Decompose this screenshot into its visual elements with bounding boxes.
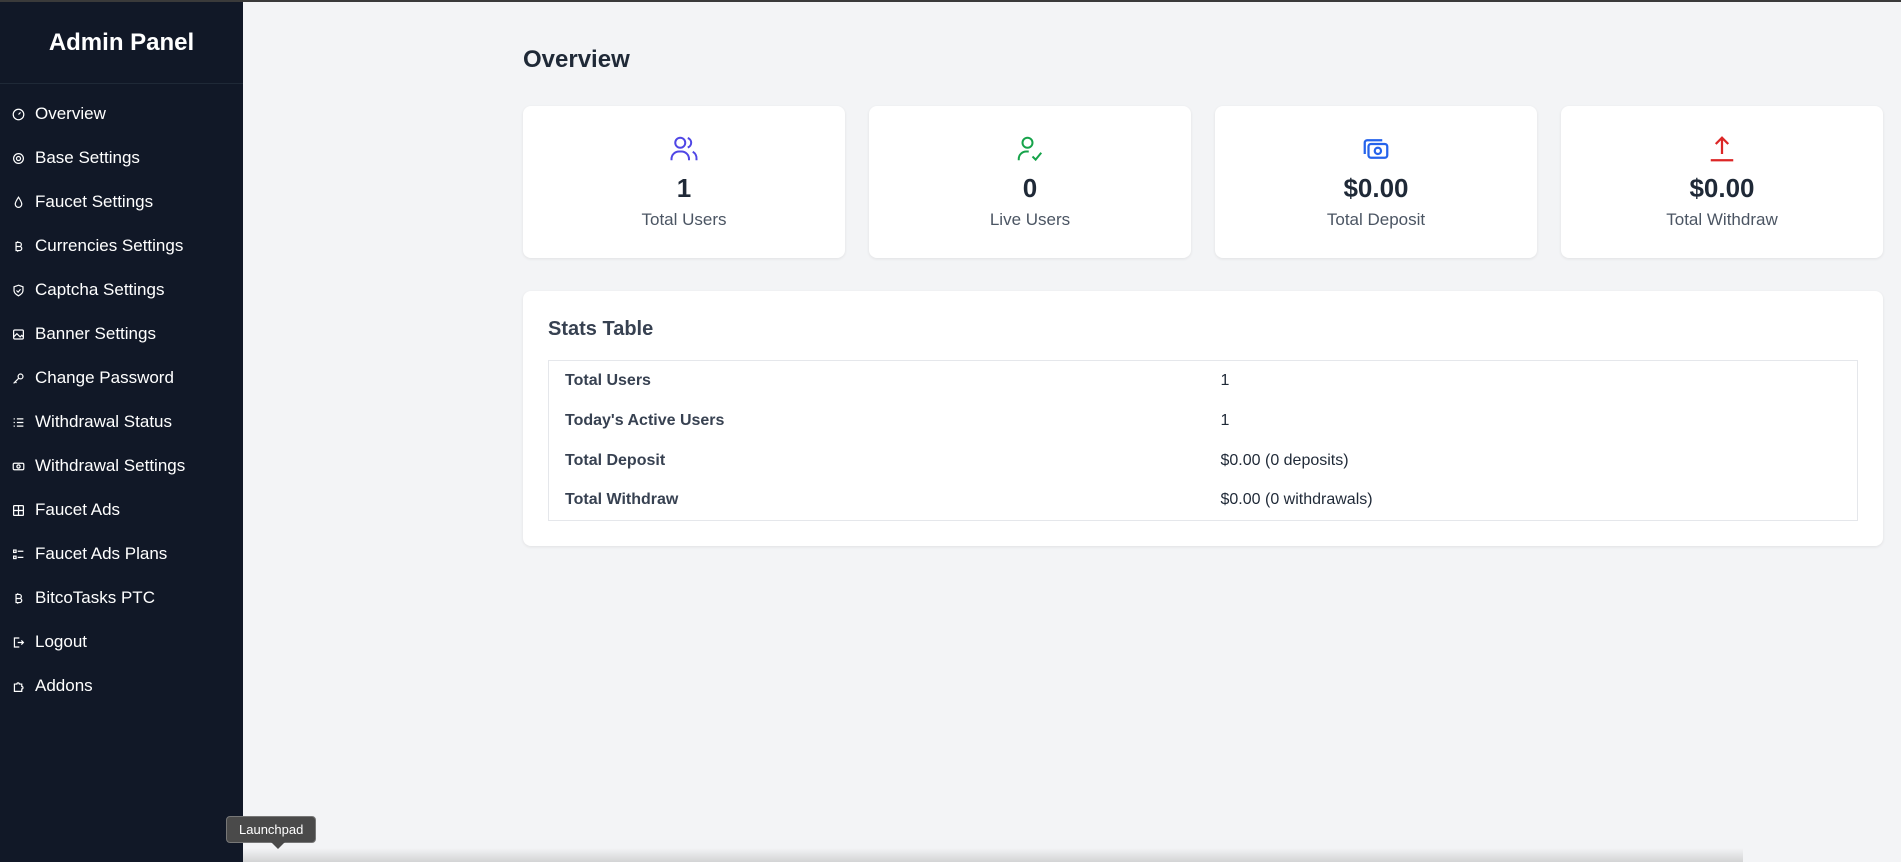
cash-icon — [1361, 134, 1391, 164]
row-value: $0.00 (0 withdrawals) — [1220, 491, 1373, 509]
row-value: $0.00 (0 deposits) — [1220, 451, 1349, 469]
sidebar-item-faucet-ads-plans[interactable]: Faucet Ads Plans — [0, 532, 243, 576]
row-key: Total Deposit — [565, 451, 666, 469]
sidebar-item-base-settings[interactable]: Base Settings — [0, 136, 243, 180]
table-row: Total Users 1 — [549, 361, 1858, 401]
sidebar-item-label: BitcoTasks PTC — [35, 588, 155, 607]
sidebar-item-currencies-settings[interactable]: Currencies Settings — [0, 224, 243, 268]
sidebar-item-label: Faucet Settings — [35, 192, 154, 211]
card-total-users: 1 Total Users — [523, 106, 845, 258]
sidebar-item-faucet-settings[interactable]: Faucet Settings — [0, 180, 243, 224]
sidebar-item-captcha-settings[interactable]: Captcha Settings — [0, 268, 243, 312]
list-check-icon — [12, 548, 25, 561]
sidebar-item-label: Banner Settings — [35, 324, 156, 343]
row-key: Total Users — [565, 371, 651, 389]
sidebar-item-label: Captcha Settings — [35, 280, 165, 299]
launchpad-tooltip: Launchpad — [226, 816, 317, 849]
sidebar-item-label: Logout — [35, 632, 87, 651]
sidebar: Admin Panel Overview Base Settings Fauce… — [0, 2, 243, 862]
table-row: Total Withdraw $0.00 (0 withdrawals) — [549, 481, 1858, 521]
sidebar-item-label: Change Password — [35, 368, 174, 387]
main-content: Overview 1 Total Users 0 Live Users $0.0… — [243, 2, 1901, 862]
sidebar-item-label: Withdrawal Settings — [35, 456, 186, 475]
sidebar-item-label: Addons — [35, 676, 93, 695]
shield-icon — [12, 284, 25, 297]
card-value: $0.00 — [1689, 173, 1755, 203]
logout-icon — [12, 636, 25, 649]
sidebar-item-logout[interactable]: Logout — [0, 620, 243, 664]
user-check-icon — [1015, 134, 1045, 164]
dock-edge — [243, 848, 1743, 862]
droplet-icon — [12, 195, 25, 209]
sidebar-item-bitcotasks-ptc[interactable]: BitcoTasks PTC — [0, 576, 243, 620]
image-icon — [12, 328, 25, 341]
users-icon — [669, 134, 699, 164]
sidebar-nav: Overview Base Settings Faucet Settings C… — [0, 84, 243, 708]
stats-panel: Stats Table Total Users 1 Today's Active… — [523, 291, 1883, 546]
sidebar-item-withdrawal-status[interactable]: Withdrawal Status — [0, 400, 243, 444]
sidebar-item-label: Currencies Settings — [35, 236, 184, 255]
bitcoin-icon — [12, 240, 25, 253]
row-value: 1 — [1220, 371, 1230, 389]
card-total-deposit: $0.00 Total Deposit — [1215, 106, 1537, 258]
page-title: Overview — [523, 46, 630, 73]
card-label: Total Users — [641, 210, 727, 229]
grid-icon — [12, 504, 25, 517]
sidebar-item-label: Faucet Ads Plans — [35, 544, 168, 563]
sidebar-item-label: Overview — [35, 104, 106, 123]
row-value: 1 — [1220, 411, 1230, 429]
money-icon — [12, 460, 25, 473]
summary-cards: 1 Total Users 0 Live Users $0.00 Total D… — [523, 106, 1883, 258]
card-label: Total Withdraw — [1666, 210, 1778, 229]
sidebar-item-label: Withdrawal Status — [35, 412, 172, 431]
list-icon — [12, 416, 25, 429]
upload-icon — [1707, 134, 1737, 164]
stats-title: Stats Table — [548, 318, 654, 340]
card-value: 1 — [676, 173, 692, 203]
sidebar-item-overview[interactable]: Overview — [0, 92, 243, 136]
row-key: Total Withdraw — [565, 491, 679, 509]
table-row: Total Deposit $0.00 (0 deposits) — [549, 441, 1858, 481]
key-icon — [12, 372, 25, 385]
table-row: Today's Active Users 1 — [549, 401, 1858, 441]
sidebar-item-label: Base Settings — [35, 148, 140, 167]
card-value: $0.00 — [1343, 173, 1409, 203]
sidebar-item-banner-settings[interactable]: Banner Settings — [0, 312, 243, 356]
gear-icon — [12, 152, 25, 165]
card-total-withdraw: $0.00 Total Withdraw — [1561, 106, 1883, 258]
row-key: Today's Active Users — [565, 411, 725, 429]
brand-title: Admin Panel — [0, 2, 243, 84]
card-live-users: 0 Live Users — [869, 106, 1191, 258]
card-label: Live Users — [989, 210, 1071, 229]
sidebar-item-label: Faucet Ads — [35, 500, 121, 519]
card-value: 0 — [1022, 173, 1038, 203]
sidebar-item-withdrawal-settings[interactable]: Withdrawal Settings — [0, 444, 243, 488]
bitcoin-icon — [12, 592, 25, 605]
puzzle-icon — [12, 680, 25, 693]
stats-table: Total Users 1 Today's Active Users 1 Tot… — [548, 360, 1858, 521]
sidebar-item-addons[interactable]: Addons — [0, 664, 243, 708]
sidebar-item-faucet-ads[interactable]: Faucet Ads — [0, 488, 243, 532]
gauge-icon — [12, 108, 25, 121]
card-label: Total Deposit — [1326, 210, 1426, 229]
sidebar-item-change-password[interactable]: Change Password — [0, 356, 243, 400]
